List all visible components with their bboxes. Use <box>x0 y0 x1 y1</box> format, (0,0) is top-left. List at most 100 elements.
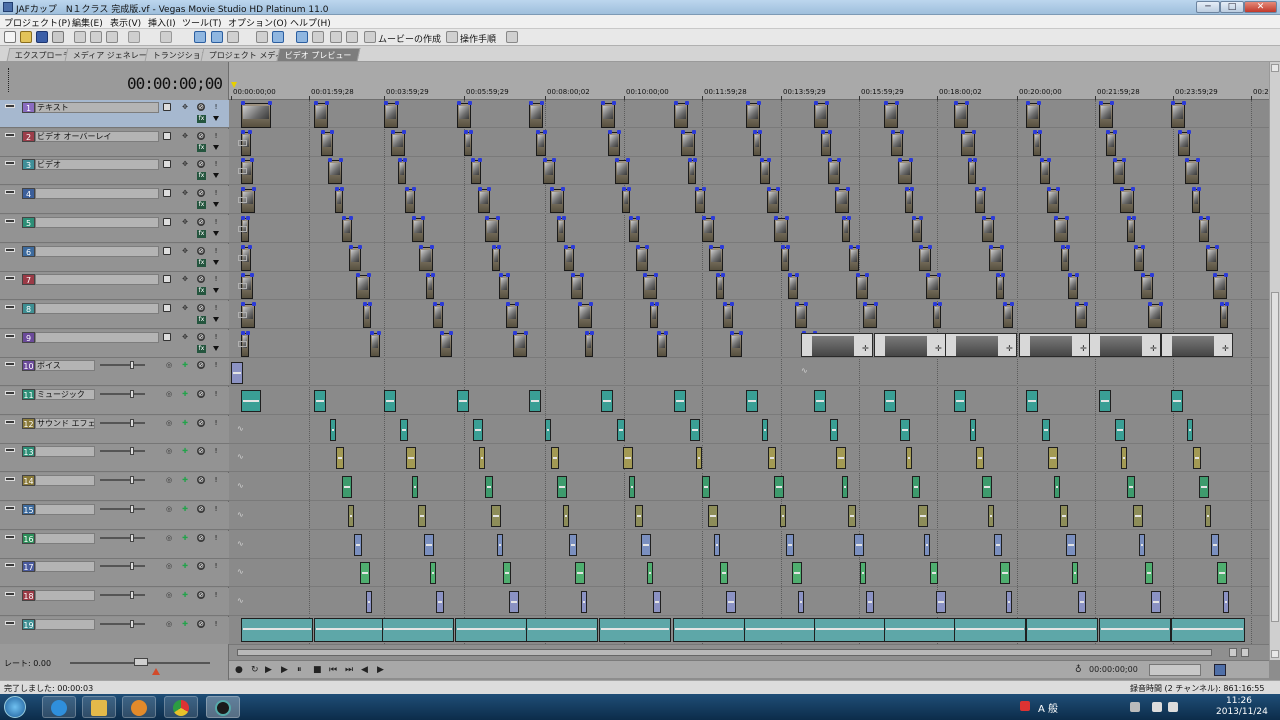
fade-handle[interactable] <box>1120 187 1124 192</box>
track-name[interactable] <box>35 532 95 544</box>
fade-handle[interactable] <box>627 187 631 192</box>
audio-event[interactable] <box>798 590 804 613</box>
pause-icon[interactable]: ⏸ <box>297 665 302 675</box>
fx-icon[interactable]: fx <box>197 344 206 353</box>
track-header-18[interactable]: 18 ◎ ✚ ⊘! <box>0 587 229 616</box>
video-event[interactable] <box>842 217 850 242</box>
audio-event[interactable] <box>900 418 910 441</box>
fade-handle[interactable] <box>1150 273 1154 278</box>
fade-handle[interactable] <box>898 158 902 163</box>
fade-handle[interactable] <box>478 187 482 192</box>
fade-handle[interactable] <box>1000 244 1004 249</box>
fade-handle[interactable] <box>709 244 713 249</box>
audio-event[interactable] <box>314 390 326 412</box>
video-event[interactable] <box>926 275 940 300</box>
fade-handle[interactable] <box>643 273 647 278</box>
video-event[interactable] <box>513 332 527 357</box>
mute-icon[interactable]: ◎ <box>165 476 173 484</box>
fade-handle[interactable] <box>938 301 942 306</box>
fade-handle[interactable] <box>825 101 829 105</box>
audio-event[interactable] <box>1121 447 1127 470</box>
audio-event[interactable] <box>1054 476 1060 499</box>
collapse-icon[interactable] <box>5 591 15 596</box>
audio-event[interactable] <box>884 390 896 412</box>
fx-icon[interactable]: ✚ <box>181 562 189 570</box>
fade-handle[interactable] <box>1010 301 1014 306</box>
fade-handle[interactable] <box>612 101 616 105</box>
audio-event[interactable] <box>836 447 846 470</box>
audio-event[interactable] <box>406 447 416 470</box>
fade-handle[interactable] <box>721 273 725 278</box>
track-header-17[interactable]: 17 ◎ ✚ ⊘! <box>0 559 229 588</box>
fade-handle[interactable] <box>919 244 923 249</box>
fade-handle[interactable] <box>328 158 332 163</box>
audio-event[interactable] <box>479 447 485 470</box>
expand-arrow-icon[interactable] <box>213 230 219 236</box>
motion-icon[interactable]: ✥ <box>181 275 189 283</box>
fade-handle[interactable] <box>1159 301 1163 306</box>
fade-handle[interactable] <box>1065 215 1069 220</box>
solo-icon[interactable]: ⊘ <box>197 418 205 427</box>
fade-handle[interactable] <box>972 129 976 134</box>
audio-event[interactable] <box>526 617 598 642</box>
lane-12[interactable] <box>229 416 1269 444</box>
fade-handle[interactable] <box>557 215 561 220</box>
fade-handle[interactable] <box>1068 273 1072 278</box>
fade-handle[interactable] <box>1033 129 1037 134</box>
fade-handle[interactable] <box>543 158 547 163</box>
video-event[interactable]: ✛ <box>945 332 1017 357</box>
video-event[interactable]: ✛ <box>874 332 946 357</box>
audio-event[interactable] <box>720 562 728 585</box>
fade-handle[interactable] <box>412 187 416 192</box>
fade-handle[interactable] <box>589 301 593 306</box>
audio-event[interactable] <box>314 617 386 642</box>
audio-event[interactable] <box>1115 418 1125 441</box>
audio-event[interactable] <box>1042 418 1050 441</box>
arm-icon[interactable]: ! <box>212 591 220 599</box>
start-button[interactable] <box>4 696 26 718</box>
video-event[interactable] <box>828 160 840 185</box>
fade-handle[interactable] <box>846 187 850 192</box>
lane-4[interactable] <box>229 186 1269 215</box>
audio-event[interactable] <box>762 418 768 441</box>
video-event[interactable] <box>788 275 798 300</box>
fade-handle[interactable] <box>629 215 633 220</box>
audio-event[interactable] <box>924 533 930 556</box>
fade-handle[interactable] <box>785 215 789 220</box>
video-event[interactable] <box>912 217 922 242</box>
fade-handle[interactable] <box>865 273 869 278</box>
fade-handle[interactable] <box>384 101 388 105</box>
fade-handle[interactable] <box>1075 273 1079 278</box>
fade-handle[interactable] <box>1134 244 1138 249</box>
timeline-area[interactable]: ✛ ✛ ✛ ✛ ✛ ✛ ∿ ∿ ∿ ∿ ∿ ∿ ∿ ∿ <box>229 100 1269 644</box>
fade-handle[interactable] <box>1026 101 1030 105</box>
audio-event[interactable] <box>780 504 786 527</box>
fade-handle[interactable] <box>457 101 461 105</box>
fade-handle[interactable] <box>252 301 256 306</box>
lane-6[interactable] <box>229 244 1269 272</box>
video-event[interactable] <box>412 217 424 242</box>
solo-icon[interactable]: ! <box>212 304 220 312</box>
solo-icon[interactable]: ! <box>212 333 220 341</box>
audio-event[interactable] <box>708 504 718 527</box>
redo-icon[interactable] <box>160 31 172 43</box>
audio-event[interactable] <box>936 590 946 613</box>
fade-handle[interactable] <box>562 215 566 220</box>
fx-icon[interactable]: fx <box>197 115 206 123</box>
composite-icon[interactable] <box>163 217 171 226</box>
fade-handle[interactable] <box>767 187 771 192</box>
fade-handle[interactable] <box>370 330 374 335</box>
fx-icon[interactable]: ✚ <box>181 419 189 427</box>
solo-icon[interactable]: ⊘ <box>197 361 205 370</box>
arm-icon[interactable]: ! <box>212 419 220 427</box>
video-event[interactable] <box>835 189 849 214</box>
video-event[interactable] <box>774 217 788 242</box>
audio-event[interactable] <box>696 447 702 470</box>
video-event[interactable] <box>1127 217 1135 242</box>
audio-event[interactable] <box>1060 504 1068 527</box>
audio-event[interactable] <box>786 533 794 556</box>
fade-handle[interactable] <box>685 101 689 105</box>
fade-handle[interactable] <box>711 215 715 220</box>
volume-slider[interactable] <box>100 418 145 427</box>
fade-handle[interactable] <box>440 330 444 335</box>
